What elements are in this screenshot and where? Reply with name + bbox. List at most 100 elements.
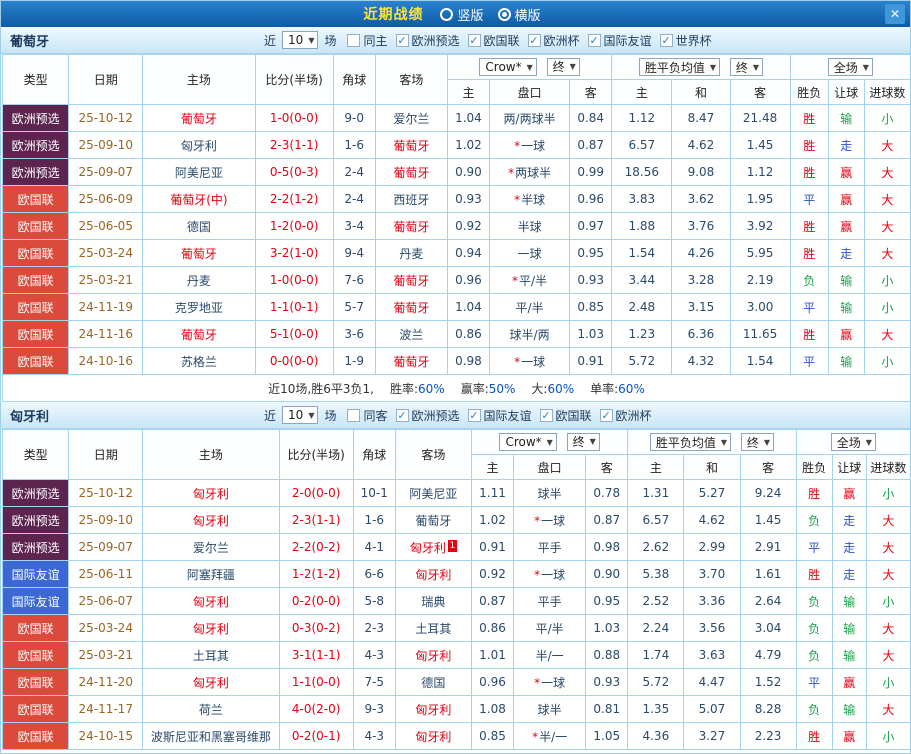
avg-home: 6.57	[612, 132, 672, 159]
filter-checkbox[interactable]: ✓欧国联	[468, 32, 520, 49]
score: 3-1(1-1)	[279, 642, 353, 669]
score: 1-1(0-0)	[279, 669, 353, 696]
checkbox-label: 欧洲杯	[616, 407, 652, 424]
odds-home: 0.85	[471, 723, 513, 750]
avg-draw: 4.62	[672, 132, 730, 159]
match-row: 欧国联24-10-15波斯尼亚和黑塞哥维那0-2(0-1)4-3匈牙利0.85*…	[3, 723, 911, 750]
col-avg-draw: 和	[684, 455, 740, 480]
col-result: 胜负	[796, 455, 832, 480]
score: 0-0(0-0)	[255, 348, 333, 375]
handicap-result: 走	[832, 534, 866, 561]
handicap: 平/半	[514, 615, 586, 642]
corners: 2-4	[333, 186, 375, 213]
layout-radio-horizontal[interactable]: 横版	[498, 5, 541, 24]
checkbox-label: 欧国联	[484, 32, 520, 49]
home-team: 爱尔兰	[143, 534, 279, 561]
odds-home: 1.01	[471, 642, 513, 669]
avg-home: 5.72	[612, 348, 672, 375]
radio-label: 横版	[515, 5, 541, 24]
away-team: 匈牙利	[395, 561, 471, 588]
score: 0-5(0-3)	[255, 159, 333, 186]
filter-checkbox[interactable]: ✓欧洲预选	[396, 407, 460, 424]
checkbox-icon: ✓	[396, 34, 409, 47]
odds-away: 0.81	[586, 696, 628, 723]
checkbox-label: 同客	[363, 407, 387, 424]
home-team: 匈牙利	[143, 507, 279, 534]
match-date: 25-03-24	[69, 240, 143, 267]
avg-draw: 3.76	[672, 213, 730, 240]
avg-stage-select[interactable]: 终▼	[730, 58, 763, 76]
corners: 1-6	[333, 132, 375, 159]
handicap: 半球	[489, 213, 569, 240]
company-select[interactable]: Crow*▼	[499, 433, 556, 451]
avg-away: 1.95	[730, 186, 790, 213]
asterisk-mark: *	[514, 193, 520, 207]
corners: 2-4	[333, 159, 375, 186]
score: 1-1(0-1)	[255, 294, 333, 321]
odds-stage-select[interactable]: 终▼	[547, 58, 580, 76]
recent-count-select[interactable]: 10▼	[282, 31, 318, 49]
avg-home: 18.56	[612, 159, 672, 186]
odds-stage-select[interactable]: 终▼	[567, 433, 600, 451]
odds-away: 0.78	[586, 480, 628, 507]
checkbox-label: 国际友谊	[484, 407, 532, 424]
away-team: 阿美尼亚	[395, 480, 471, 507]
filter-checkbox[interactable]: ✓欧国联	[540, 407, 592, 424]
company-select[interactable]: Crow*▼	[479, 58, 536, 76]
checkbox-icon: ✓	[588, 34, 601, 47]
goals-result: 大	[866, 507, 910, 534]
handicap: 平/半	[489, 294, 569, 321]
handicap: *一球	[489, 132, 569, 159]
avg-away: 1.52	[740, 669, 796, 696]
close-icon[interactable]: ✕	[885, 4, 905, 24]
scope-select[interactable]: 全场▼	[828, 58, 873, 76]
avg-home: 1.54	[612, 240, 672, 267]
avg-draw: 4.26	[672, 240, 730, 267]
avg-draw: 4.32	[672, 348, 730, 375]
avg-home: 3.44	[612, 267, 672, 294]
filter-checkbox[interactable]: ✓欧洲杯	[528, 32, 580, 49]
competition-badge: 欧国联	[3, 186, 69, 213]
filter-checkbox[interactable]: ✓世界杯	[660, 32, 712, 49]
avg-stage-select[interactable]: 终▼	[741, 433, 774, 451]
goals-result: 大	[864, 240, 910, 267]
match-row: 欧洲预选25-09-10匈牙利2-3(1-1)1-6葡萄牙1.02*一球0.87…	[3, 507, 911, 534]
competition-badge: 欧国联	[3, 723, 69, 750]
competition-badge: 欧洲预选	[3, 534, 69, 561]
col-let-goal: 让球	[828, 80, 864, 105]
filter-checkbox[interactable]: 同客	[347, 407, 387, 424]
filter-checkbox[interactable]: ✓国际友谊	[468, 407, 532, 424]
avg-draw: 3.63	[684, 642, 740, 669]
odds-away: 1.05	[586, 723, 628, 750]
match-date: 25-10-12	[69, 105, 143, 132]
home-team: 阿美尼亚	[143, 159, 255, 186]
layout-radio-vertical[interactable]: 竖版	[440, 5, 483, 24]
avg-away: 1.61	[740, 561, 796, 588]
home-team: 土耳其	[143, 642, 279, 669]
filter-checkbox[interactable]: ✓国际友谊	[588, 32, 652, 49]
wdl-avg-select[interactable]: 胜平负均值▼	[650, 433, 731, 451]
chevron-down-icon: ▼	[527, 63, 533, 72]
recent-count-select[interactable]: 10▼	[282, 406, 318, 424]
match-row: 欧洲预选25-09-07阿美尼亚0-5(0-3)2-4葡萄牙0.90*两球半0.…	[3, 159, 911, 186]
filter-checkbox[interactable]: ✓欧洲预选	[396, 32, 460, 49]
handicap: *半/一	[514, 723, 586, 750]
competition-badge: 欧国联	[3, 348, 69, 375]
avg-away: 2.91	[740, 534, 796, 561]
scope-group-header: 全场▼	[796, 430, 910, 455]
odds-home: 0.86	[471, 615, 513, 642]
avg-home: 4.36	[628, 723, 684, 750]
match-date: 25-06-11	[69, 561, 143, 588]
checkbox-icon: ✓	[396, 409, 409, 422]
competition-badge: 欧国联	[3, 240, 69, 267]
scope-select[interactable]: 全场▼	[831, 433, 876, 451]
filter-checkbox[interactable]: 同主	[347, 32, 387, 49]
corners: 1-6	[353, 507, 395, 534]
home-team: 荷兰	[143, 696, 279, 723]
filter-checkbox[interactable]: ✓欧洲杯	[600, 407, 652, 424]
checkbox-label: 欧国联	[556, 407, 592, 424]
wdl-avg-select[interactable]: 胜平负均值▼	[639, 58, 720, 76]
away-team: 葡萄牙	[375, 159, 447, 186]
result: 平	[790, 348, 828, 375]
avg-draw: 4.47	[684, 669, 740, 696]
